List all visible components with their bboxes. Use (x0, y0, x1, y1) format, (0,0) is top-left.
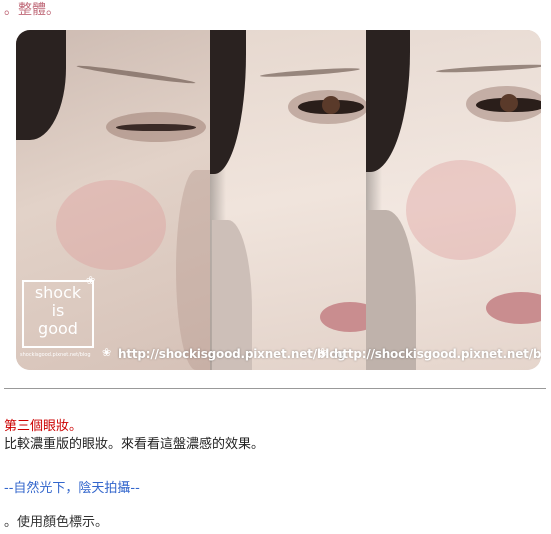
photo-condition-note: --自然光下，陰天拍攝-- (4, 481, 140, 496)
paw-icon: ❀ (318, 346, 328, 359)
logo-caption: shockisgood.pixnet.net/blog (20, 352, 91, 358)
watermark-url: http://shockisgood.pixnet.net/blog (334, 347, 541, 361)
logo-line: shock (34, 283, 82, 302)
section-title: 第三個眼妝。 (4, 419, 83, 434)
paw-icon: ❀ (86, 274, 96, 287)
makeup-comparison-photo: shock is good ❀ shockisgood.pixnet.net/b… (16, 30, 541, 370)
section-header: 。整體。 (4, 2, 60, 18)
section-description: 比較濃重版的眼妝。來看看這盤濃感的效果。 (4, 437, 265, 452)
photo-panel-closeup (366, 30, 541, 370)
paw-icon: ❀ (102, 346, 112, 359)
watermark-url: http://shockisgood.pixnet.net/blog (118, 347, 346, 361)
logo-line: is (51, 301, 65, 320)
divider (4, 388, 546, 389)
shockisgood-logo: shock is good (22, 280, 94, 348)
photo-panel-front-eye (210, 30, 366, 370)
logo-line: good (38, 319, 78, 338)
color-used-heading: 。使用顏色標示。 (4, 515, 109, 530)
